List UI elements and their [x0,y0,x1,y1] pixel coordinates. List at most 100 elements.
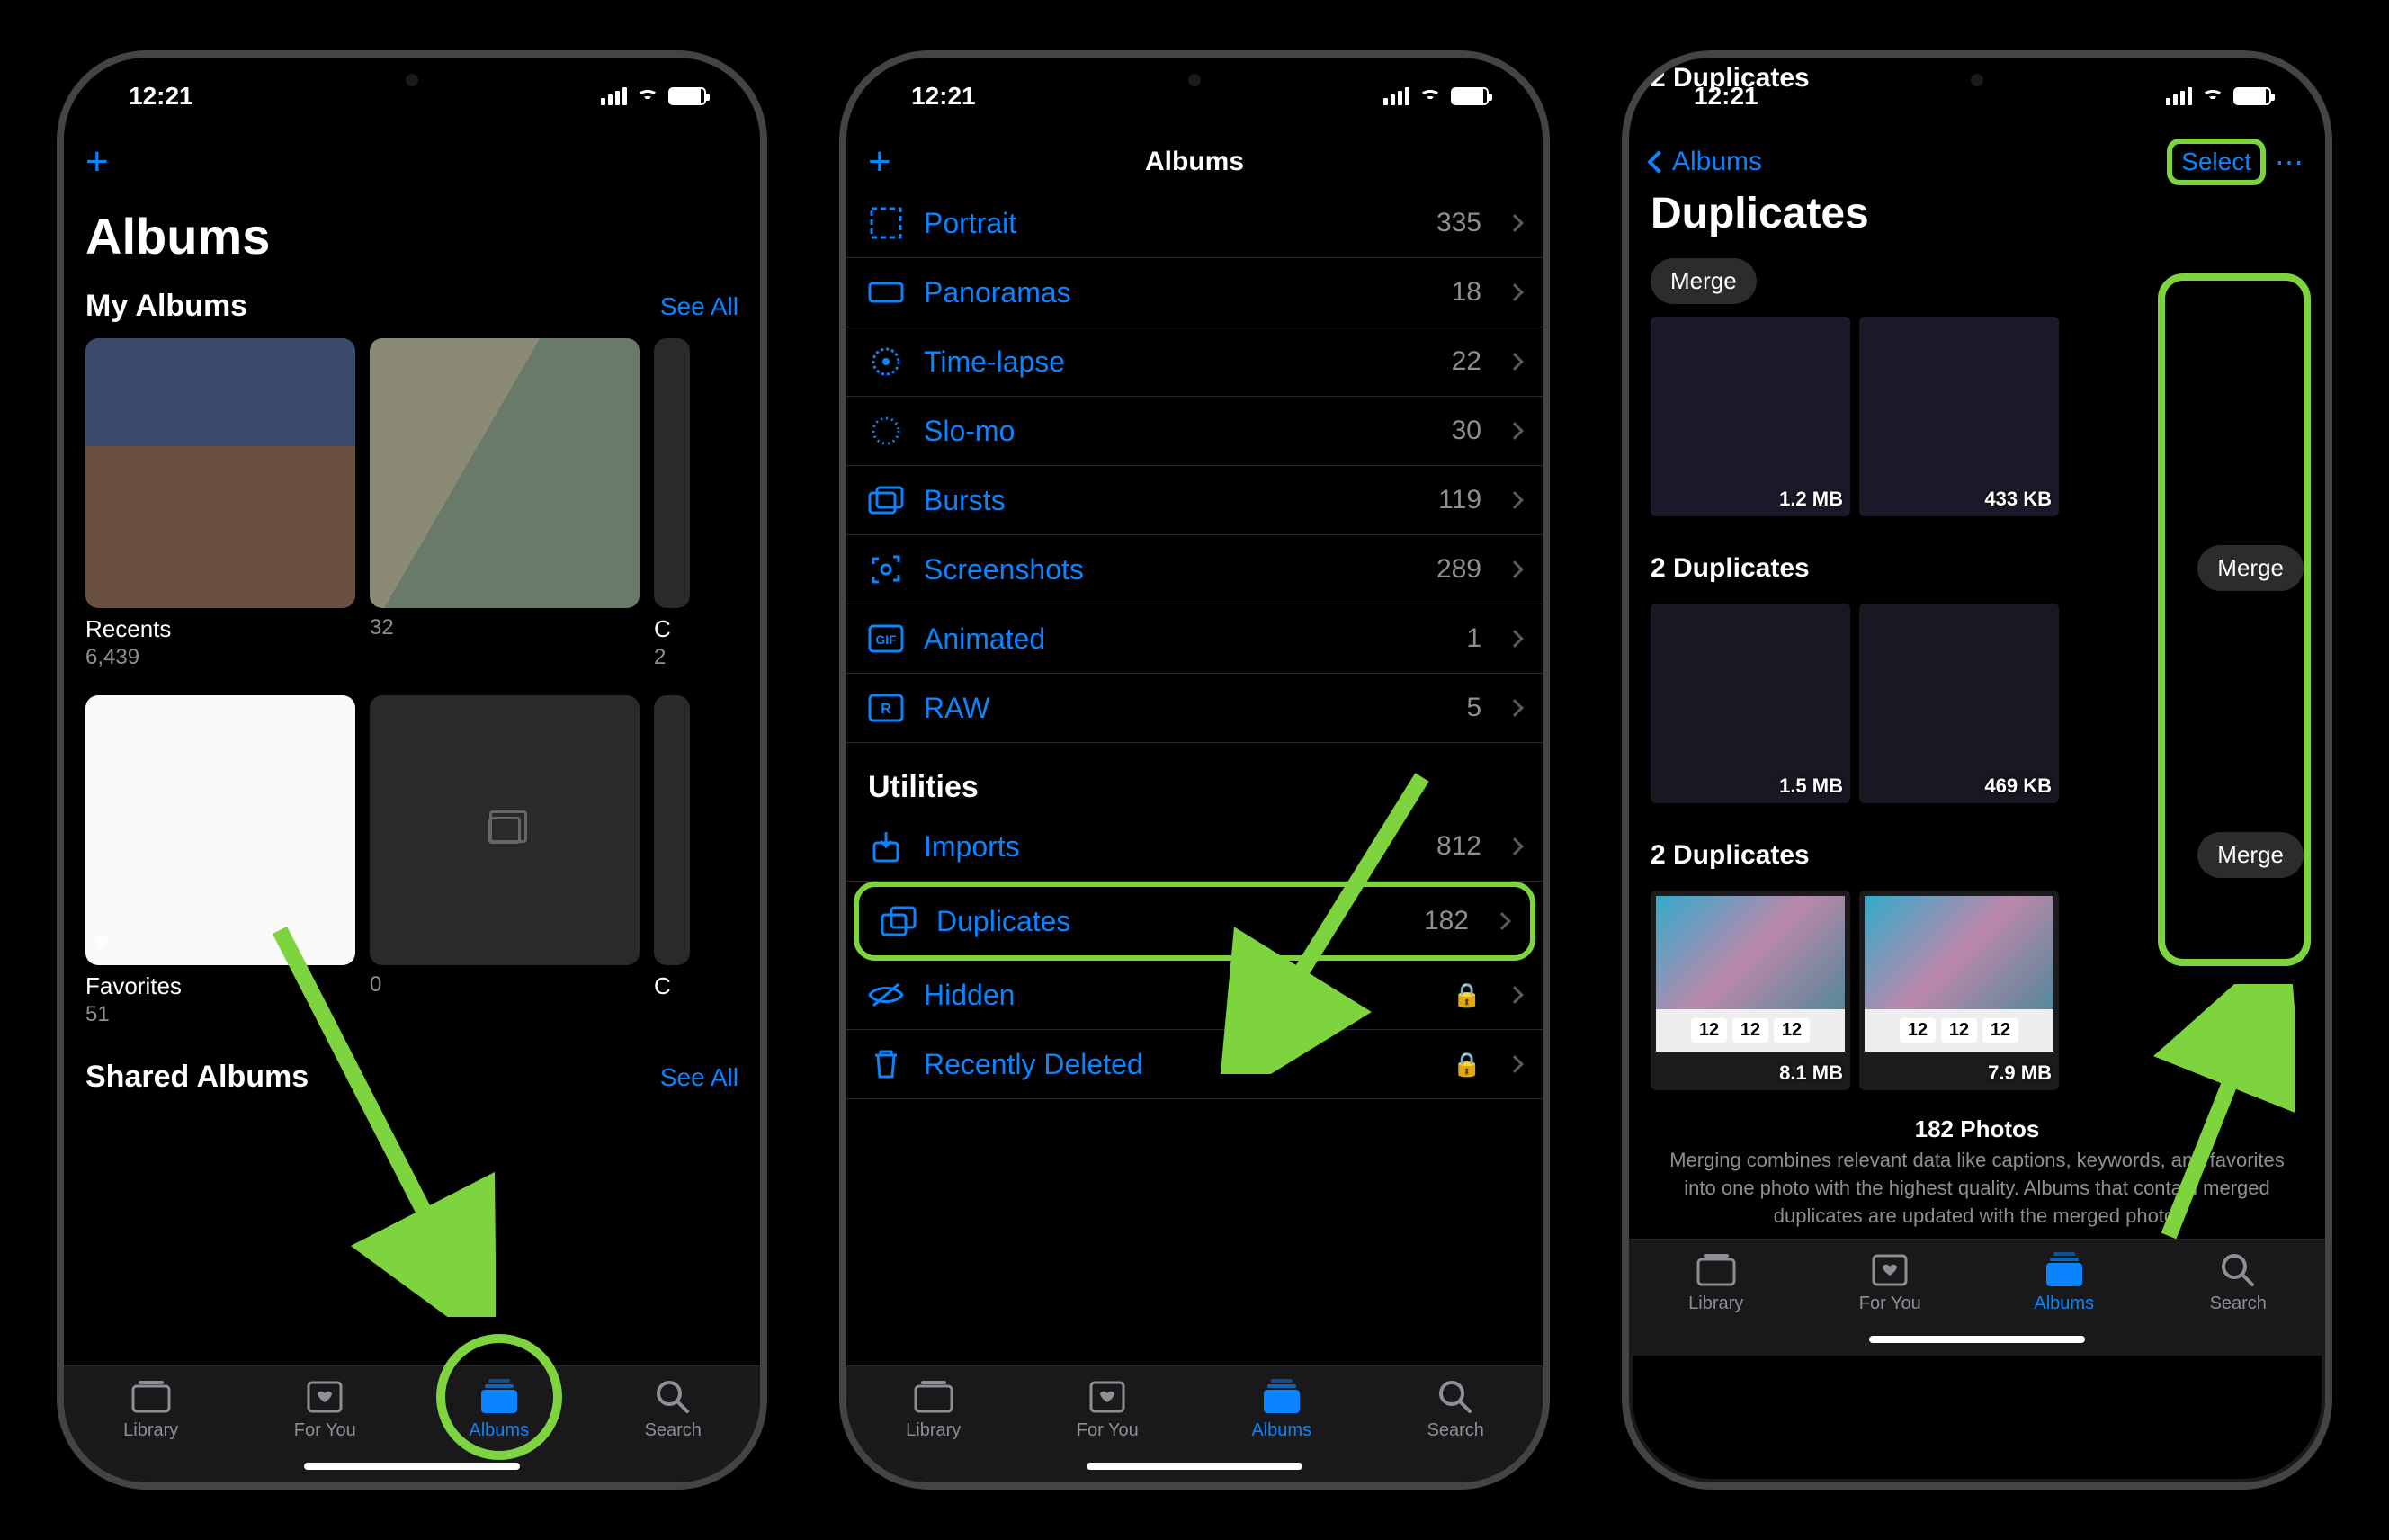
duplicate-thumbnail[interactable]: 469 KB [1859,604,2059,803]
media-type-label: Portrait [924,207,1417,240]
merge-button[interactable]: Merge [2197,545,2304,591]
chevron-right-icon [1506,1055,1524,1073]
album-partial[interactable]: C 2 [654,338,690,670]
back-button[interactable]: Albums [1651,147,1762,177]
album-unnamed[interactable]: 32 [370,338,640,670]
albums-icon [1260,1379,1303,1415]
media-type-row[interactable]: Portrait 335 [846,189,1543,258]
add-button[interactable]: + [868,139,891,184]
tab-library[interactable]: Library [1629,1240,1803,1356]
duplicate-group-title: 2 Duplicates [1651,553,1810,584]
add-button[interactable]: + [85,139,109,184]
media-type-count: 30 [1452,416,1481,446]
merge-button[interactable]: Merge [1651,258,1757,304]
album-favorites[interactable]: ♥ Favorites 51 [85,695,355,1027]
album-name: C [654,615,690,643]
media-type-row[interactable]: GIFAnimated1 [846,604,1543,674]
more-button[interactable]: ⋯ [2275,145,2304,179]
utility-row-imports[interactable]: Imports 812 [846,812,1543,882]
album-recents[interactable]: Recents 6,439 [85,338,355,670]
utility-label: Imports [924,830,1417,864]
duplicate-thumbnail[interactable]: 433 KB [1859,317,2059,516]
media-type-row[interactable]: Time-lapse22 [846,327,1543,397]
album-thumbnail [654,338,690,608]
media-type-row[interactable]: Bursts119 [846,466,1543,535]
phone-albums-list: 12:21 + Albums Portrait335Panoramas18Tim… [839,50,1550,1490]
tab-search[interactable]: Search [1369,1366,1543,1482]
chevron-right-icon [1493,912,1511,930]
duplicate-group: 2 DuplicatesMerge1212128.1 MB1212127.9 M… [1629,821,2325,1108]
tab-search[interactable]: Search [2152,1240,2326,1356]
see-all-button[interactable]: See All [660,1063,738,1092]
duplicate-thumbnail[interactable]: 1212128.1 MB [1651,891,1850,1090]
home-indicator[interactable] [304,1463,520,1470]
album-count: 0 [370,972,640,998]
footer-count: 182 Photos [1629,1108,2325,1143]
utility-icon [868,977,904,1013]
file-size: 469 KB [1984,774,2052,798]
media-type-label: Time-lapse [924,345,1432,379]
file-size: 1.5 MB [1779,774,1843,798]
album-count: 51 [85,1002,355,1027]
tab-label: For You [1077,1420,1139,1441]
media-type-row[interactable]: RRAW5 [846,674,1543,743]
tab-label: Search [1427,1420,1484,1441]
duplicate-thumbnail[interactable]: 1.5 MB [1651,604,1850,803]
media-type-icon: GIF [868,621,904,657]
album-empty[interactable]: 0 [370,695,640,1027]
page-title: Albums [64,189,760,274]
chevron-right-icon [1506,837,1524,855]
utility-count: 812 [1436,831,1481,862]
utility-row-hidden[interactable]: Hidden🔒 [846,961,1543,1030]
album-thumbnail [370,695,640,965]
tab-label: Library [123,1420,178,1441]
calendar-date: 12 [1691,1018,1727,1043]
status-time: 12:21 [911,82,976,111]
media-type-label: Slo-mo [924,415,1432,448]
media-type-icon: R [868,690,904,726]
chevron-right-icon [1506,986,1524,1004]
album-count: 2 [654,645,690,670]
svg-text:R: R [881,702,891,717]
duplicate-group-title: 2 Duplicates [1651,840,1810,871]
tab-label: For You [294,1420,356,1441]
select-button[interactable]: Select [2167,139,2266,185]
media-type-row[interactable]: Slo-mo 30 [846,397,1543,466]
media-type-count: 335 [1436,208,1481,238]
media-type-icon [868,413,904,449]
search-icon [1434,1379,1477,1415]
utility-count: 182 [1424,906,1469,936]
media-type-icon [868,551,904,587]
merge-button[interactable]: Merge [2197,832,2304,878]
media-type-count: 119 [1438,485,1481,515]
duplicate-thumbnail[interactable]: 1.2 MB [1651,317,1850,516]
nav-title: Albums [1145,147,1244,177]
media-type-row[interactable]: Screenshots289 [846,535,1543,604]
for-you-icon [303,1379,346,1415]
utility-label: Hidden [924,979,1427,1012]
utility-label: Duplicates [936,905,1404,938]
tab-label: Search [2210,1294,2267,1314]
utility-row-recently-deleted[interactable]: Recently Deleted🔒 [846,1030,1543,1099]
search-icon [2216,1252,2259,1288]
file-size: 7.9 MB [1988,1061,2052,1085]
album-partial[interactable]: C [654,695,690,1027]
status-time: 12:21 [129,82,193,111]
for-you-icon [1868,1252,1911,1288]
tab-library[interactable]: Library [846,1366,1021,1482]
tab-label: Library [1688,1294,1743,1314]
duplicate-thumbnail[interactable]: 1212127.9 MB [1859,891,2059,1090]
home-indicator[interactable] [1869,1336,2085,1343]
album-thumbnail [370,338,640,608]
media-type-row[interactable]: Panoramas18 [846,258,1543,327]
utility-row-duplicates[interactable]: Duplicates 182 [854,882,1535,961]
lock-icon: 🔒 [1453,1051,1481,1079]
album-name: Recents [85,615,355,643]
calendar-date: 12 [1982,1018,2018,1043]
front-camera [1971,74,1983,86]
my-albums-header: My Albums [85,289,247,324]
tab-library[interactable]: Library [64,1366,238,1482]
tab-search[interactable]: Search [586,1366,761,1482]
see-all-button[interactable]: See All [660,292,738,321]
home-indicator[interactable] [1087,1463,1302,1470]
